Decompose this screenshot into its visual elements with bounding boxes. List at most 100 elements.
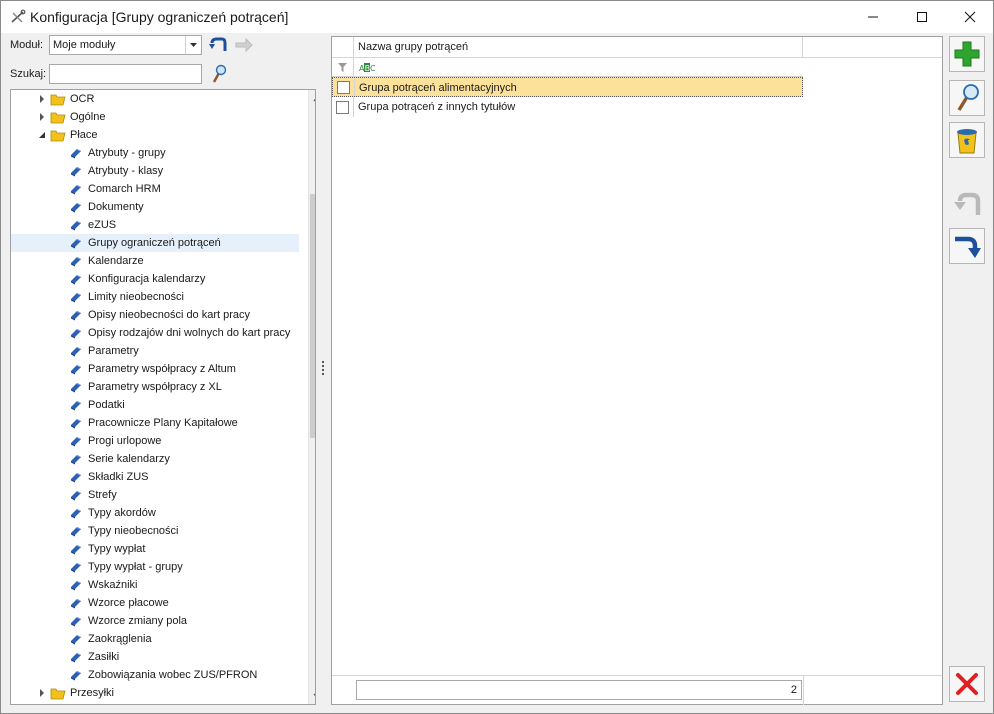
configuration-tree[interactable]: OCR Ogólne Płace Atrybuty - grupy Atrybuty -… xyxy=(10,89,316,705)
tree-item[interactable]: eZUS xyxy=(11,216,299,234)
tree-item[interactable]: Serie kalendarzy xyxy=(11,450,299,468)
tree-item[interactable]: Typy wypłat xyxy=(11,540,299,558)
tree-item-label: Parametry xyxy=(88,345,139,357)
tree-item[interactable]: Opisy rodzajów dni wolnych do kart pracy xyxy=(11,324,299,342)
tools-icon xyxy=(11,9,26,23)
funnel-icon xyxy=(338,62,347,72)
tree-item-label: Grupy ograniczeń potrąceń xyxy=(88,237,221,249)
tree-folder[interactable]: Przesyłki xyxy=(11,684,299,702)
settings-leaf-icon xyxy=(71,311,81,321)
tree-folder[interactable]: Płace xyxy=(11,126,299,144)
settings-leaf-icon xyxy=(71,257,81,267)
tree-item-label: Konfiguracja kalendarzy xyxy=(88,273,206,285)
minimize-button[interactable] xyxy=(850,1,896,32)
tree-item[interactable]: Kalendarze xyxy=(11,252,299,270)
maximize-button[interactable] xyxy=(899,1,945,32)
tree-item[interactable]: Typy wypłat - grupy xyxy=(11,558,299,576)
tree-item[interactable]: Składki ZUS xyxy=(11,468,299,486)
search-button[interactable] xyxy=(207,63,229,85)
tree-item[interactable]: Zaokrąglenia xyxy=(11,630,299,648)
module-refresh-button[interactable] xyxy=(207,34,229,56)
table-row[interactable]: Grupa potrąceń alimentacyjnych xyxy=(332,77,803,97)
group-name-cell: Grupa potrąceń alimentacyjnych xyxy=(359,82,517,94)
tree-folder-label: Ogólne xyxy=(70,111,106,123)
close-dialog-button[interactable] xyxy=(949,666,985,702)
tree-folder[interactable]: OCR xyxy=(11,90,299,108)
tree-item-label: Limity nieobecności xyxy=(88,291,184,303)
tree-item-label: Strefy xyxy=(88,489,117,501)
tree-item-label: Typy nieobecności xyxy=(88,525,179,537)
settings-leaf-icon xyxy=(71,545,81,555)
tree-scrollbar[interactable] xyxy=(308,90,315,704)
tree-item[interactable]: Dokumenty xyxy=(11,198,299,216)
minimize-icon xyxy=(868,16,878,17)
tree-item[interactable]: Limity nieobecności xyxy=(11,288,299,306)
tree-item-label: Typy wypłat - grupy xyxy=(88,561,183,573)
tree-item[interactable]: Konfiguracja kalendarzy xyxy=(11,270,299,288)
tree-item[interactable]: Parametry współpracy z Altum xyxy=(11,360,299,378)
tree-item-label: Składki ZUS xyxy=(88,471,149,483)
tree-item[interactable]: Grupy ograniczeń potrąceń xyxy=(11,234,299,252)
add-button[interactable] xyxy=(949,36,985,72)
tree-item[interactable]: Progi urlopowe xyxy=(11,432,299,450)
row-select-cell xyxy=(333,78,355,96)
tree-folder[interactable]: Ogólne xyxy=(11,108,299,126)
edit-button[interactable] xyxy=(949,80,985,116)
table-row[interactable]: Grupa potrąceń z innych tytułów xyxy=(332,97,803,117)
tree-item[interactable]: Parametry współpracy z XL xyxy=(11,378,299,396)
settings-leaf-icon xyxy=(71,635,81,645)
settings-leaf-icon xyxy=(71,167,81,177)
scroll-down-button[interactable] xyxy=(309,687,315,704)
text-filter-icon[interactable]: A B C xyxy=(359,61,375,73)
tree-item[interactable]: Parametry xyxy=(11,342,299,360)
tree-item[interactable]: Pracownicze Plany Kapitałowe xyxy=(11,414,299,432)
tree-item[interactable]: Wzorce płacowe xyxy=(11,594,299,612)
settings-leaf-icon xyxy=(71,347,81,357)
collapsed-arrow-icon[interactable] xyxy=(37,94,47,104)
tree-item[interactable]: Atrybuty - grupy xyxy=(11,144,299,162)
tree-item-label: Wzorce zmiany pola xyxy=(88,615,188,627)
module-select[interactable]: Moje moduły xyxy=(49,35,202,55)
tree-item-label: Kalendarze xyxy=(88,255,144,267)
settings-leaf-icon xyxy=(71,149,81,159)
tree-item[interactable]: Zasiłki xyxy=(11,648,299,666)
tree-item[interactable]: Podatki xyxy=(11,396,299,414)
collapsed-arrow-icon[interactable] xyxy=(37,112,47,122)
settings-leaf-icon xyxy=(71,581,81,591)
column-header-name[interactable]: Nazwa grupy potrąceń xyxy=(354,37,803,58)
scroll-up-button[interactable] xyxy=(309,90,315,107)
tree-item[interactable]: Strefy xyxy=(11,486,299,504)
filter-button[interactable] xyxy=(332,58,354,76)
tree-item[interactable]: Zobowiązania wobec ZUS/PFRON xyxy=(11,666,299,684)
scroll-thumb[interactable] xyxy=(310,194,315,438)
module-dropdown-button[interactable] xyxy=(185,36,201,54)
row-checkbox[interactable] xyxy=(337,80,350,94)
row-checkbox[interactable] xyxy=(336,100,349,114)
collapsed-arrow-icon[interactable] xyxy=(37,688,47,698)
settings-leaf-icon xyxy=(71,491,81,501)
tree-item-label: Parametry współpracy z Altum xyxy=(88,363,236,375)
panel-splitter[interactable] xyxy=(321,361,325,377)
tree-item[interactable]: Atrybuty - klasy xyxy=(11,162,299,180)
settings-leaf-icon xyxy=(71,455,81,465)
expanded-arrow-icon[interactable] xyxy=(37,130,47,140)
module-forward-button[interactable] xyxy=(233,34,255,56)
undo-arrow-icon xyxy=(954,192,981,215)
search-input[interactable] xyxy=(49,64,202,84)
tree-item[interactable]: Typy akordów xyxy=(11,504,299,522)
tree-item[interactable]: Wskaźniki xyxy=(11,576,299,594)
delete-button[interactable] xyxy=(949,122,985,158)
tree-item[interactable]: Opisy nieobecności do kart pracy xyxy=(11,306,299,324)
close-window-button[interactable] xyxy=(947,1,993,32)
close-icon xyxy=(964,11,976,22)
folder-icon xyxy=(50,94,66,106)
settings-leaf-icon xyxy=(71,275,81,285)
redo-button[interactable] xyxy=(949,228,985,264)
settings-leaf-icon xyxy=(71,221,81,231)
settings-leaf-icon xyxy=(71,329,81,339)
tree-item[interactable]: Typy nieobecności xyxy=(11,522,299,540)
undo-button[interactable] xyxy=(949,186,985,222)
tree-item[interactable]: Wzorce zmiany pola xyxy=(11,612,299,630)
tree-item[interactable]: Comarch HRM xyxy=(11,180,299,198)
tree-item-label: Opisy rodzajów dni wolnych do kart pracy xyxy=(88,327,291,339)
